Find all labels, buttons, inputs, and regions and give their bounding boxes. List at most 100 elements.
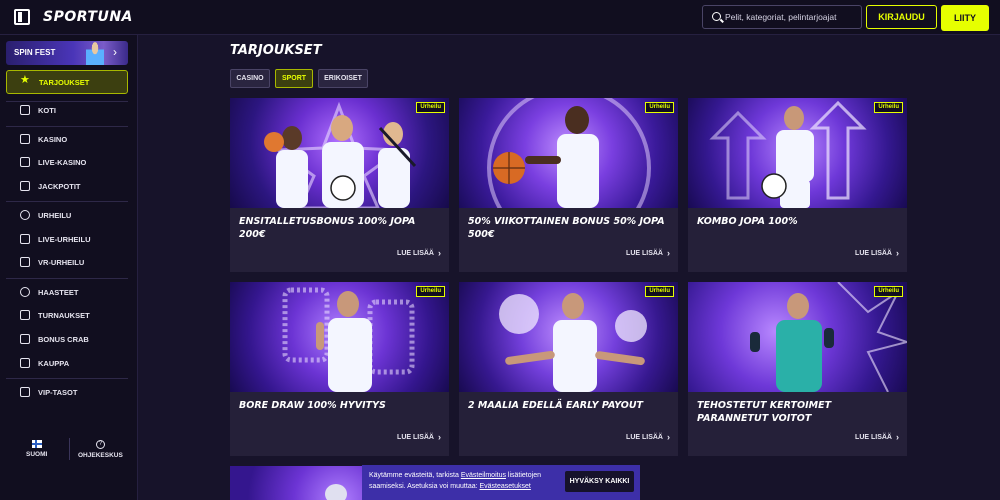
offer-image: Urheilu xyxy=(230,98,449,208)
sidebar-item-tarjoukset[interactable]: TARJOUKSET xyxy=(6,70,128,94)
sidebar-item-jackpotit[interactable]: JACKPOTIT xyxy=(6,177,128,195)
offer-image: Urheilu xyxy=(688,282,907,392)
offer-card[interactable]: Urheilu TEHOSTETUT KERTOIMET PARANNETUT … xyxy=(688,282,907,456)
offer-title: KOMBO JOPA 100% xyxy=(697,216,798,227)
chevron-right-icon: › xyxy=(667,432,670,442)
offer-card[interactable]: Urheilu KOMBO JOPA 100% LUE LISÄÄ › xyxy=(688,98,907,272)
sidebar-item-label: VR-URHEILU xyxy=(38,257,85,267)
divider xyxy=(6,378,128,379)
offer-image: Urheilu xyxy=(230,282,449,392)
slot-icon xyxy=(20,134,30,144)
sidebar-item-haasteet[interactable]: HAASTEET xyxy=(6,283,128,301)
sidebar-item-live-urheilu[interactable]: LIVE-URHEILU xyxy=(6,230,128,248)
search-input[interactable] xyxy=(725,9,859,25)
bag-icon xyxy=(20,358,30,368)
read-more-link[interactable]: LUE LISÄÄ › xyxy=(855,432,899,442)
cookie-text: Käytämme evästeitä, tarkista Evästeilmoi… xyxy=(369,470,559,492)
celebrating-player-illustration xyxy=(499,293,647,392)
athletes-illustration xyxy=(264,101,417,208)
basketball-player-illustration xyxy=(487,98,651,208)
read-more-link[interactable]: LUE LISÄÄ › xyxy=(855,248,899,258)
chevron-right-icon: › xyxy=(896,432,899,442)
footballer-illustration xyxy=(709,100,867,208)
promo-label: SPIN FEST xyxy=(14,48,56,57)
read-more-label: LUE LISÄÄ xyxy=(626,249,663,257)
divider xyxy=(6,201,128,202)
offer-title: 50% VIIKOTTAINEN BONUS 50% JOPA 500€ xyxy=(468,216,665,240)
sidebar-item-kasino[interactable]: KASINO xyxy=(6,130,128,148)
sidebar-toggle-icon[interactable] xyxy=(14,9,30,25)
tab-erikoiset[interactable]: ERIKOISET xyxy=(318,69,368,88)
language-label: SUOMI xyxy=(26,451,48,458)
sidebar-item-bonus-crab[interactable]: BONUS CRAB xyxy=(6,330,128,348)
bulb-icon xyxy=(20,287,30,297)
offer-image: Urheilu xyxy=(459,282,678,392)
cookie-notice-link[interactable]: Evästeilmoitus xyxy=(461,472,506,479)
finland-flag-icon xyxy=(31,440,42,448)
offer-card[interactable]: Urheilu BORE DRAW 100% HYVITYS LUE LISÄÄ… xyxy=(230,282,449,456)
sidebar-item-turnaukset[interactable]: TURNAUKSET xyxy=(6,306,128,324)
offer-title: TEHOSTETUT KERTOIMET PARANNETUT VOITOT xyxy=(697,400,832,424)
live-icon xyxy=(20,234,30,244)
diamond-icon xyxy=(20,387,30,397)
category-badge: Urheilu xyxy=(645,286,674,297)
promo-image xyxy=(86,41,104,65)
sidebar-item-live-kasino[interactable]: LIVE-KASINO xyxy=(6,153,128,171)
read-more-label: LUE LISÄÄ xyxy=(855,433,892,441)
offer-card[interactable]: Urheilu ENSITALLETUSBONUS 100% JOPA 200€… xyxy=(230,98,449,272)
help-center-link[interactable]: ? OHJEKESKUS xyxy=(78,440,123,459)
question-icon: ? xyxy=(95,440,105,449)
search-box[interactable] xyxy=(702,5,862,29)
chevron-right-icon: › xyxy=(438,432,441,442)
cookie-text-part: Käytämme evästeitä, tarkista xyxy=(369,472,461,479)
accept-all-button[interactable]: HYVÄKSY KAIKKI xyxy=(565,471,634,492)
sidebar-item-label: TARJOUKSET xyxy=(39,77,90,87)
category-badge: Urheilu xyxy=(645,102,674,113)
trophy-icon xyxy=(20,310,30,320)
top-header: SPORTUNA KIRJAUDU LIITY xyxy=(0,0,1000,35)
star-icon xyxy=(20,73,31,87)
help-label: OHJEKESKUS xyxy=(78,452,123,459)
sidebar-item-vr-urheilu[interactable]: VR-URHEILU xyxy=(6,253,128,271)
offer-card[interactable]: Urheilu 2 MAALIA EDELLÄ EARLY PAYOUT LUE… xyxy=(459,282,678,456)
sidebar-item-label: KASINO xyxy=(38,134,68,144)
login-button[interactable]: KIRJAUDU xyxy=(866,5,937,29)
tab-sport[interactable]: SPORT xyxy=(275,69,313,88)
read-more-link[interactable]: LUE LISÄÄ › xyxy=(397,248,441,258)
sidebar-item-koti[interactable]: KOTI xyxy=(6,101,128,119)
read-more-link[interactable]: LUE LISÄÄ › xyxy=(397,432,441,442)
read-more-link[interactable]: LUE LISÄÄ › xyxy=(626,432,670,442)
sidebar-item-label: URHEILU xyxy=(38,210,72,220)
goalkeeper-illustration xyxy=(750,282,907,392)
language-selector[interactable]: SUOMI xyxy=(26,440,47,458)
sidebar-item-label: JACKPOTIT xyxy=(38,181,81,191)
read-more-link[interactable]: LUE LISÄÄ › xyxy=(626,248,670,258)
sidebar-item-label: LIVE-URHEILU xyxy=(38,234,91,244)
home-icon xyxy=(20,105,30,115)
logo[interactable]: SPORTUNA xyxy=(43,9,133,25)
sidebar: SPIN FEST › TARJOUKSET KOTI KASINO LIVE-… xyxy=(0,35,138,500)
crab-icon xyxy=(20,334,30,344)
chevron-right-icon: › xyxy=(113,45,117,59)
read-more-label: LUE LISÄÄ xyxy=(397,249,434,257)
join-button[interactable]: LIITY xyxy=(941,5,989,31)
offer-card[interactable]: Urheilu 50% VIIKOTTAINEN BONUS 50% JOPA … xyxy=(459,98,678,272)
sidebar-item-vip-tasot[interactable]: VIP-TASOT xyxy=(6,383,128,401)
sidebar-item-kauppa[interactable]: KAUPPA xyxy=(6,354,128,372)
ball-icon xyxy=(20,210,30,220)
divider xyxy=(69,438,70,460)
cookie-settings-link[interactable]: Evästeasetukset xyxy=(480,483,531,490)
offer-title: 2 MAALIA EDELLÄ EARLY PAYOUT xyxy=(468,400,644,411)
offer-image: Urheilu xyxy=(688,98,907,208)
vr-icon xyxy=(20,257,30,267)
cards-icon xyxy=(20,157,30,167)
promo-banner[interactable]: SPIN FEST › xyxy=(6,41,128,65)
category-badge: Urheilu xyxy=(874,102,903,113)
read-more-label: LUE LISÄÄ xyxy=(855,249,892,257)
tab-casino[interactable]: CASINO xyxy=(230,69,270,88)
divider xyxy=(6,278,128,279)
sidebar-item-label: LIVE-KASINO xyxy=(38,157,87,167)
page-title: TARJOUKSET xyxy=(230,43,322,58)
chevron-right-icon: › xyxy=(896,248,899,258)
sidebar-item-urheilu[interactable]: URHEILU xyxy=(6,206,128,224)
